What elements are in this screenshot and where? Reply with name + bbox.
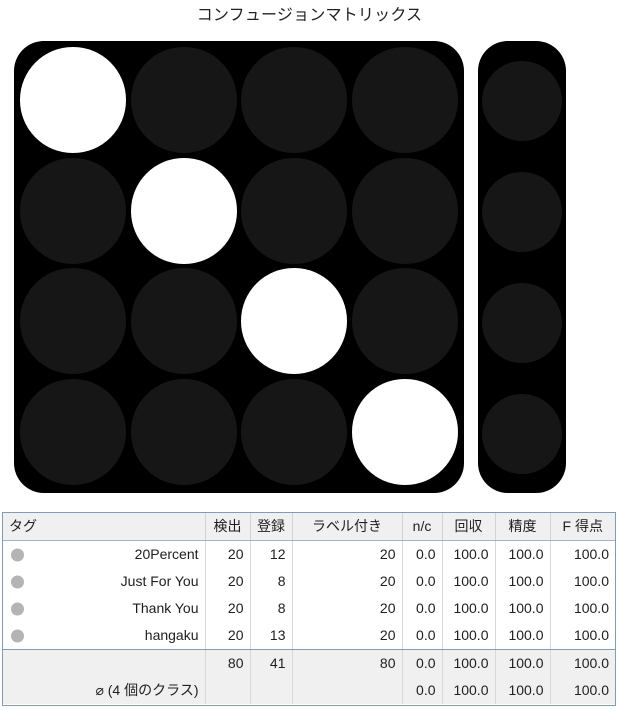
- matrix-cell-1-1[interactable]: [130, 157, 237, 264]
- summary-nc-cell: 0.0: [402, 649, 443, 677]
- summary-recall-cell: 100.0: [442, 649, 496, 677]
- row-fscore-cell: 100.0: [550, 568, 615, 595]
- row-tag-cell[interactable]: Thank You: [3, 595, 206, 622]
- matrix-cell-1-0[interactable]: [20, 157, 126, 264]
- table-body: 20Percent 20 12 20 0.0 100.0 100.0 100.0 Just Fo…: [3, 540, 615, 650]
- row-recall-cell: 100.0: [442, 622, 496, 650]
- row-recall-cell: 100.0: [442, 540, 496, 568]
- row-labeled-cell: 20: [292, 540, 403, 568]
- tag-color-dot-icon: [11, 629, 24, 642]
- summary-registered-cell: [250, 677, 293, 704]
- row-tag-label: 20Percent: [134, 546, 199, 562]
- table-summary-row: ⌀ (4 個のクラス) 0.0 100.0 100.0 100.0: [3, 677, 615, 704]
- confusion-matrix-visual: [0, 38, 619, 496]
- matrix-cell-1-3[interactable]: [351, 157, 458, 264]
- column-header-detected[interactable]: 検出: [205, 513, 251, 541]
- row-fscore-cell: 100.0: [550, 622, 615, 650]
- tag-color-dot-icon: [11, 602, 24, 615]
- nc-column-panel: [478, 41, 566, 493]
- row-tag-cell[interactable]: Just For You: [3, 568, 206, 595]
- table-row[interactable]: 20Percent 20 12 20 0.0 100.0 100.0 100.0: [3, 540, 615, 568]
- summary-precision-cell: 100.0: [495, 677, 551, 704]
- tag-color-dot-icon: [11, 575, 24, 588]
- row-registered-cell: 12: [250, 540, 293, 568]
- table-header: タグ 検出 登録 ラベル付き n/c 回収 精度 F 得点: [3, 513, 615, 541]
- row-recall-cell: 100.0: [442, 568, 496, 595]
- column-header-precision[interactable]: 精度: [495, 513, 551, 541]
- matrix-cell-0-3[interactable]: [351, 47, 458, 153]
- column-header-fscore[interactable]: F 得点: [550, 513, 615, 541]
- summary-fscore-cell: 100.0: [550, 677, 615, 704]
- row-tag-label: Thank You: [132, 600, 199, 616]
- row-nc-cell: 0.0: [402, 595, 443, 622]
- row-labeled-cell: 20: [292, 622, 403, 650]
- matrix-cell-3-1[interactable]: [130, 378, 237, 485]
- matrix-cell-0-0[interactable]: [20, 47, 126, 153]
- row-registered-cell: 8: [250, 568, 293, 595]
- confusion-matrix-panel: [14, 41, 464, 493]
- tag-color-dot-icon: [11, 548, 24, 561]
- column-header-registered[interactable]: 登録: [250, 513, 293, 541]
- summary-registered-cell: 41: [250, 649, 293, 677]
- row-detected-cell: 20: [205, 622, 251, 650]
- summary-fscore-cell: 100.0: [550, 649, 615, 677]
- summary-recall-cell: 100.0: [442, 677, 496, 704]
- matrix-cell-3-0[interactable]: [20, 378, 126, 485]
- row-labeled-cell: 20: [292, 595, 403, 622]
- row-tag-cell[interactable]: 20Percent: [3, 540, 206, 568]
- summary-precision-cell: 100.0: [495, 649, 551, 677]
- page-title: コンフュージョンマトリックス: [196, 7, 423, 24]
- nc-cell-3[interactable]: [482, 393, 562, 474]
- row-precision-cell: 100.0: [495, 540, 551, 568]
- row-detected-cell: 20: [205, 595, 251, 622]
- column-header-nc[interactable]: n/c: [402, 513, 443, 541]
- matrix-cell-2-3[interactable]: [351, 268, 458, 374]
- row-fscore-cell: 100.0: [550, 540, 615, 568]
- matrix-cell-0-2[interactable]: [241, 47, 347, 153]
- nc-cell-1[interactable]: [482, 171, 562, 252]
- table-header-row: タグ 検出 登録 ラベル付き n/c 回収 精度 F 得点: [3, 513, 615, 541]
- row-fscore-cell: 100.0: [550, 595, 615, 622]
- matrix-cell-0-1[interactable]: [130, 47, 237, 153]
- column-header-recall[interactable]: 回収: [442, 513, 496, 541]
- table-row[interactable]: Thank You 20 8 20 0.0 100.0 100.0 100.0: [3, 595, 615, 622]
- table-summary-row: 80 41 80 0.0 100.0 100.0 100.0: [3, 649, 615, 677]
- table-row[interactable]: Just For You 20 8 20 0.0 100.0 100.0 100.0: [3, 568, 615, 595]
- row-labeled-cell: 20: [292, 568, 403, 595]
- row-detected-cell: 20: [205, 540, 251, 568]
- row-registered-cell: 8: [250, 595, 293, 622]
- row-precision-cell: 100.0: [495, 595, 551, 622]
- matrix-cell-2-1[interactable]: [130, 268, 237, 374]
- metrics-table[interactable]: タグ 検出 登録 ラベル付き n/c 回収 精度 F 得点 20Percent 2…: [2, 512, 616, 706]
- table-row[interactable]: hangaku 20 13 20 0.0 100.0 100.0 100.0: [3, 622, 615, 650]
- row-nc-cell: 0.0: [402, 622, 443, 650]
- row-recall-cell: 100.0: [442, 595, 496, 622]
- row-nc-cell: 0.0: [402, 540, 443, 568]
- row-registered-cell: 13: [250, 622, 293, 650]
- matrix-cell-1-2[interactable]: [241, 157, 347, 264]
- row-precision-cell: 100.0: [495, 568, 551, 595]
- row-detected-cell: 20: [205, 568, 251, 595]
- summary-detected-cell: 80: [205, 649, 251, 677]
- column-header-labeled[interactable]: ラベル付き: [292, 513, 403, 541]
- matrix-cell-2-0[interactable]: [20, 268, 126, 374]
- table-summary-body: 80 41 80 0.0 100.0 100.0 100.0 ⌀ (4 個のクラス) 0.0 10…: [3, 649, 615, 704]
- matrix-cell-3-2[interactable]: [241, 378, 347, 485]
- row-tag-label: hangaku: [144, 627, 199, 643]
- row-tag-label: Just For You: [120, 573, 199, 589]
- column-header-tag[interactable]: タグ: [3, 513, 206, 541]
- matrix-cell-3-3[interactable]: [351, 378, 458, 485]
- summary-labeled-cell: 80: [292, 649, 403, 677]
- nc-cell-0[interactable]: [482, 60, 562, 141]
- summary-label-cell: [3, 649, 206, 677]
- row-nc-cell: 0.0: [402, 568, 443, 595]
- summary-detected-cell: [205, 677, 251, 704]
- matrix-cell-2-2[interactable]: [241, 268, 347, 374]
- row-precision-cell: 100.0: [495, 622, 551, 650]
- summary-label-cell: ⌀ (4 個のクラス): [3, 677, 206, 704]
- summary-labeled-cell: [292, 677, 403, 704]
- nc-cell-2[interactable]: [482, 282, 562, 363]
- summary-nc-cell: 0.0: [402, 677, 443, 704]
- row-tag-cell[interactable]: hangaku: [3, 622, 206, 650]
